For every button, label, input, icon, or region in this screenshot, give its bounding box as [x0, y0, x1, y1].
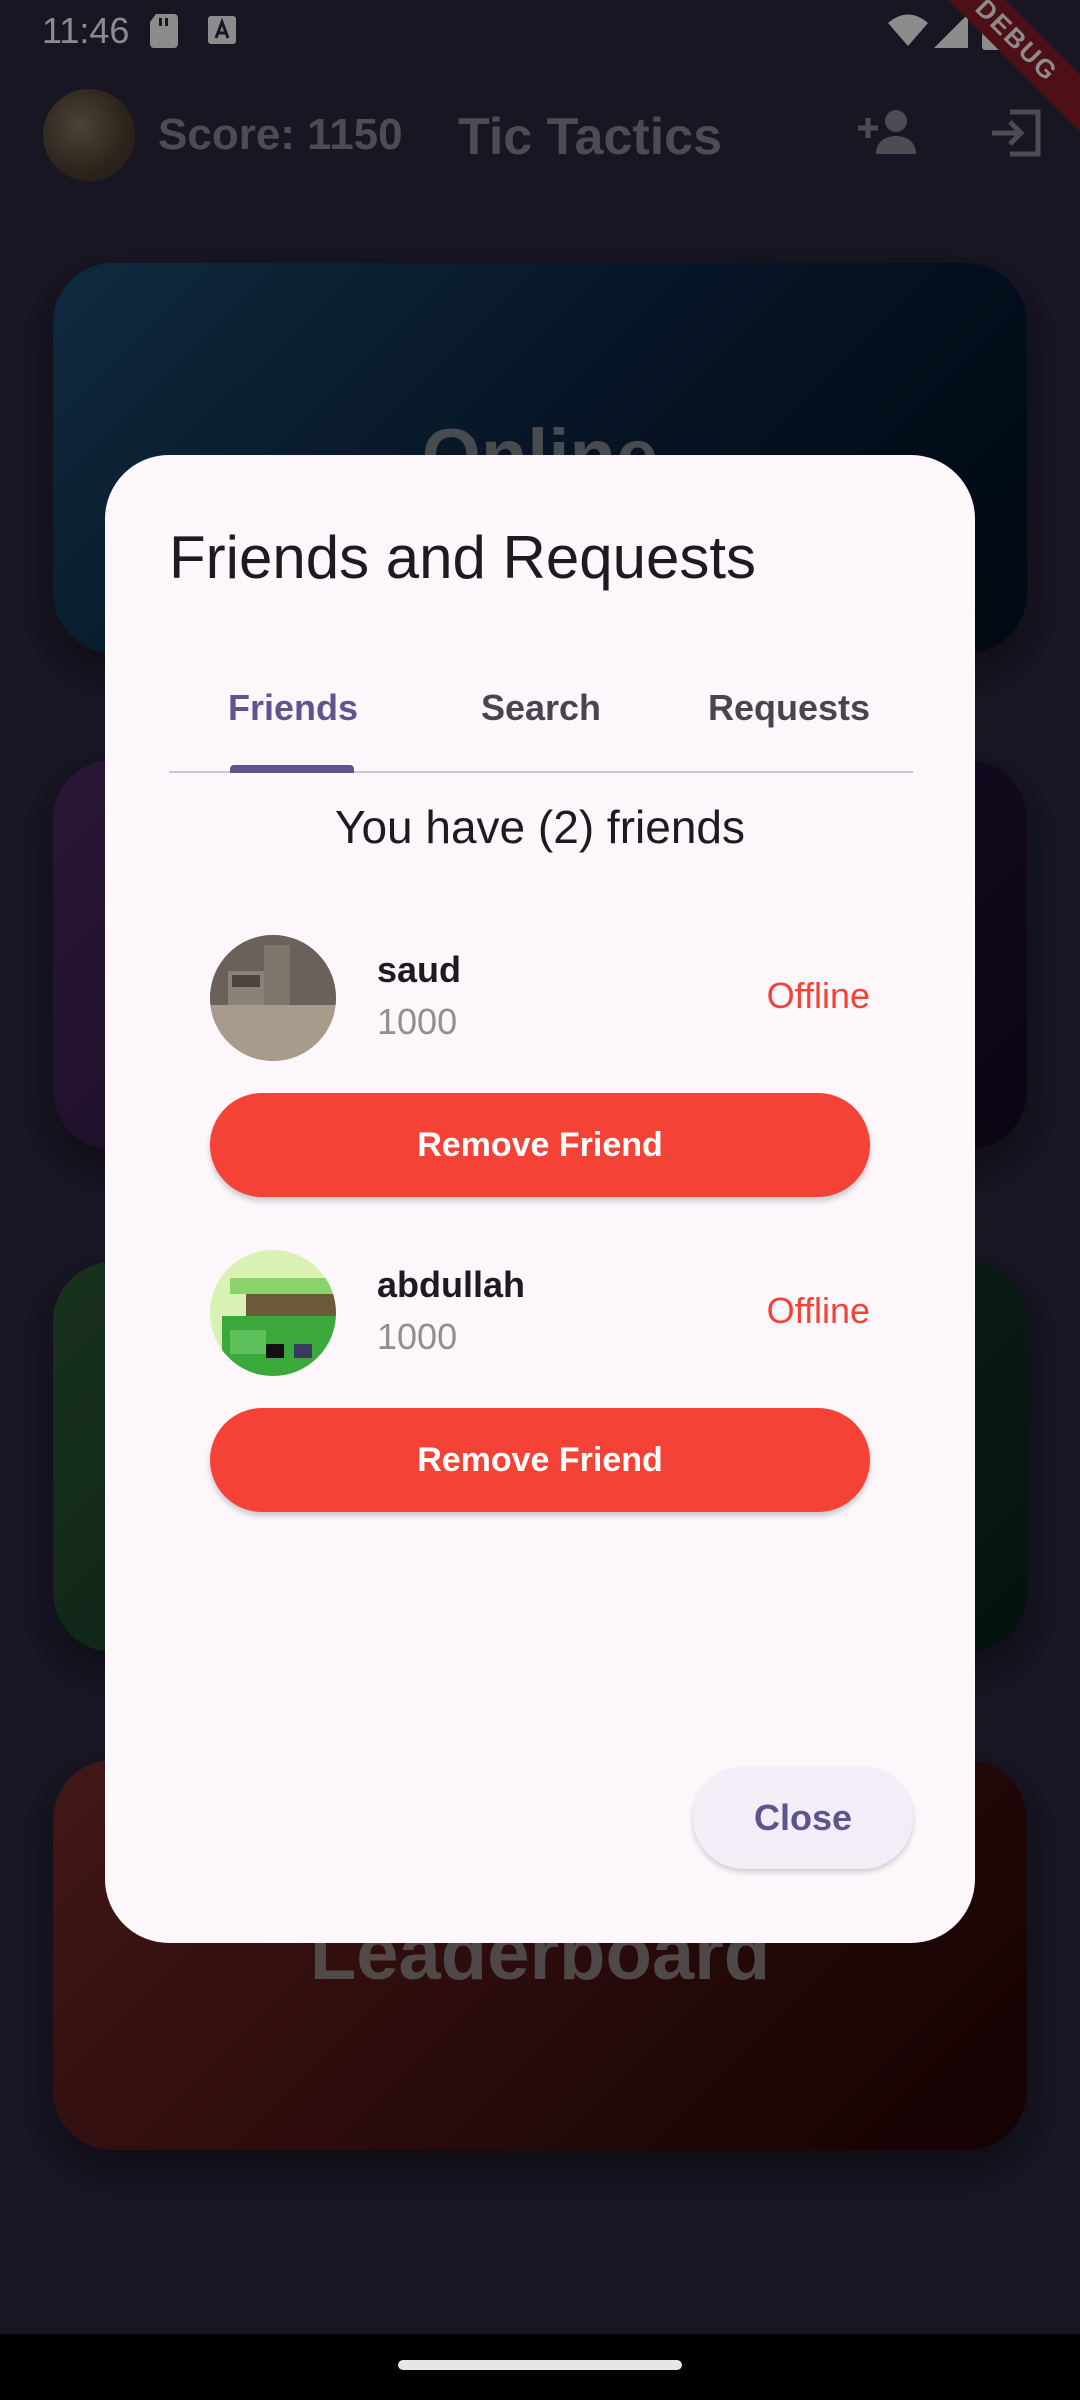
friend-avatar: [210, 1250, 336, 1376]
tab-search[interactable]: Search: [417, 675, 665, 771]
friend-score: 1000: [377, 1001, 458, 1042]
friend-status: Offline: [766, 1290, 870, 1331]
friend-status: Offline: [766, 975, 870, 1016]
friend-row: saud 1000 Offline: [210, 935, 870, 1065]
remove-friend-button[interactable]: Remove Friend: [210, 1093, 870, 1197]
tab-requests[interactable]: Requests: [665, 675, 913, 771]
friend-score: 1000: [377, 1316, 458, 1357]
friend-name: saud: [377, 949, 462, 990]
navigation-bar: [0, 2334, 1080, 2400]
pixel-character-icon: [210, 1250, 336, 1376]
home-gesture-handle[interactable]: [398, 2360, 682, 2370]
close-button[interactable]: Close: [693, 1767, 913, 1869]
remove-friend-button[interactable]: Remove Friend: [210, 1408, 870, 1512]
friends-count: You have (2) friends: [334, 801, 745, 853]
tab-indicator: [230, 765, 354, 773]
friend-name: abdullah: [377, 1264, 526, 1305]
friend-row: abdullah 1000 Offline: [210, 1250, 870, 1380]
friends-dialog: Friends and Requests Friends Search Requ…: [105, 455, 975, 1943]
tab-bar: Friends Search Requests: [169, 675, 913, 773]
room-photo-icon: [210, 935, 336, 1061]
dialog-title: Friends and Requests: [169, 524, 756, 591]
tab-friends[interactable]: Friends: [169, 675, 417, 771]
friend-avatar: [210, 935, 336, 1061]
